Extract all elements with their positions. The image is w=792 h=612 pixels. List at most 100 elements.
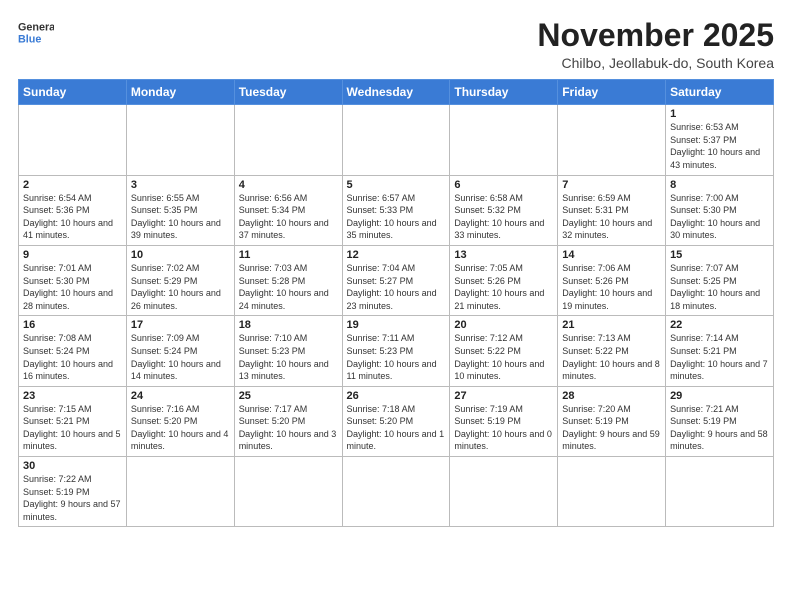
weekday-wednesday: Wednesday bbox=[342, 80, 450, 105]
day-info-29: Sunrise: 7:21 AM Sunset: 5:19 PM Dayligh… bbox=[670, 403, 769, 453]
title-block: November 2025 Chilbo, Jeollabuk-do, Sout… bbox=[537, 18, 774, 71]
header: General Blue November 2025 Chilbo, Jeoll… bbox=[18, 18, 774, 71]
weekday-tuesday: Tuesday bbox=[234, 80, 342, 105]
week-row-1: 1Sunrise: 6:53 AM Sunset: 5:37 PM Daylig… bbox=[19, 105, 774, 175]
day-number-19: 19 bbox=[347, 319, 446, 331]
day-info-16: Sunrise: 7:08 AM Sunset: 5:24 PM Dayligh… bbox=[23, 332, 122, 382]
empty-cell bbox=[342, 105, 450, 175]
day-info-30: Sunrise: 7:22 AM Sunset: 5:19 PM Dayligh… bbox=[23, 473, 122, 523]
day-info-14: Sunrise: 7:06 AM Sunset: 5:26 PM Dayligh… bbox=[562, 262, 661, 312]
day-number-16: 16 bbox=[23, 319, 122, 331]
day-cell-26: 26Sunrise: 7:18 AM Sunset: 5:20 PM Dayli… bbox=[342, 386, 450, 456]
day-number-2: 2 bbox=[23, 179, 122, 191]
day-info-24: Sunrise: 7:16 AM Sunset: 5:20 PM Dayligh… bbox=[131, 403, 230, 453]
day-cell-24: 24Sunrise: 7:16 AM Sunset: 5:20 PM Dayli… bbox=[126, 386, 234, 456]
day-info-9: Sunrise: 7:01 AM Sunset: 5:30 PM Dayligh… bbox=[23, 262, 122, 312]
day-cell-25: 25Sunrise: 7:17 AM Sunset: 5:20 PM Dayli… bbox=[234, 386, 342, 456]
day-info-20: Sunrise: 7:12 AM Sunset: 5:22 PM Dayligh… bbox=[454, 332, 553, 382]
day-number-18: 18 bbox=[239, 319, 338, 331]
day-info-12: Sunrise: 7:04 AM Sunset: 5:27 PM Dayligh… bbox=[347, 262, 446, 312]
day-info-15: Sunrise: 7:07 AM Sunset: 5:25 PM Dayligh… bbox=[670, 262, 769, 312]
day-number-22: 22 bbox=[670, 319, 769, 331]
day-cell-17: 17Sunrise: 7:09 AM Sunset: 5:24 PM Dayli… bbox=[126, 316, 234, 386]
empty-cell bbox=[126, 105, 234, 175]
weekday-saturday: Saturday bbox=[666, 80, 774, 105]
day-cell-11: 11Sunrise: 7:03 AM Sunset: 5:28 PM Dayli… bbox=[234, 245, 342, 315]
day-number-4: 4 bbox=[239, 179, 338, 191]
day-number-11: 11 bbox=[239, 249, 338, 261]
day-number-15: 15 bbox=[670, 249, 769, 261]
weekday-header-row: SundayMondayTuesdayWednesdayThursdayFrid… bbox=[19, 80, 774, 105]
empty-cell bbox=[666, 457, 774, 527]
month-title: November 2025 bbox=[537, 18, 774, 53]
week-row-3: 9Sunrise: 7:01 AM Sunset: 5:30 PM Daylig… bbox=[19, 245, 774, 315]
day-cell-19: 19Sunrise: 7:11 AM Sunset: 5:23 PM Dayli… bbox=[342, 316, 450, 386]
day-info-7: Sunrise: 6:59 AM Sunset: 5:31 PM Dayligh… bbox=[562, 192, 661, 242]
day-info-3: Sunrise: 6:55 AM Sunset: 5:35 PM Dayligh… bbox=[131, 192, 230, 242]
day-cell-5: 5Sunrise: 6:57 AM Sunset: 5:33 PM Daylig… bbox=[342, 175, 450, 245]
day-cell-7: 7Sunrise: 6:59 AM Sunset: 5:31 PM Daylig… bbox=[558, 175, 666, 245]
empty-cell bbox=[126, 457, 234, 527]
day-info-28: Sunrise: 7:20 AM Sunset: 5:19 PM Dayligh… bbox=[562, 403, 661, 453]
day-cell-14: 14Sunrise: 7:06 AM Sunset: 5:26 PM Dayli… bbox=[558, 245, 666, 315]
day-info-25: Sunrise: 7:17 AM Sunset: 5:20 PM Dayligh… bbox=[239, 403, 338, 453]
day-cell-21: 21Sunrise: 7:13 AM Sunset: 5:22 PM Dayli… bbox=[558, 316, 666, 386]
week-row-6: 30Sunrise: 7:22 AM Sunset: 5:19 PM Dayli… bbox=[19, 457, 774, 527]
day-number-5: 5 bbox=[347, 179, 446, 191]
day-number-3: 3 bbox=[131, 179, 230, 191]
day-cell-23: 23Sunrise: 7:15 AM Sunset: 5:21 PM Dayli… bbox=[19, 386, 127, 456]
day-info-13: Sunrise: 7:05 AM Sunset: 5:26 PM Dayligh… bbox=[454, 262, 553, 312]
empty-cell bbox=[19, 105, 127, 175]
day-number-6: 6 bbox=[454, 179, 553, 191]
day-cell-27: 27Sunrise: 7:19 AM Sunset: 5:19 PM Dayli… bbox=[450, 386, 558, 456]
empty-cell bbox=[558, 457, 666, 527]
day-cell-13: 13Sunrise: 7:05 AM Sunset: 5:26 PM Dayli… bbox=[450, 245, 558, 315]
weekday-sunday: Sunday bbox=[19, 80, 127, 105]
day-number-29: 29 bbox=[670, 390, 769, 402]
day-info-22: Sunrise: 7:14 AM Sunset: 5:21 PM Dayligh… bbox=[670, 332, 769, 382]
day-cell-20: 20Sunrise: 7:12 AM Sunset: 5:22 PM Dayli… bbox=[450, 316, 558, 386]
day-info-8: Sunrise: 7:00 AM Sunset: 5:30 PM Dayligh… bbox=[670, 192, 769, 242]
day-info-6: Sunrise: 6:58 AM Sunset: 5:32 PM Dayligh… bbox=[454, 192, 553, 242]
weekday-monday: Monday bbox=[126, 80, 234, 105]
day-info-23: Sunrise: 7:15 AM Sunset: 5:21 PM Dayligh… bbox=[23, 403, 122, 453]
day-number-12: 12 bbox=[347, 249, 446, 261]
day-cell-18: 18Sunrise: 7:10 AM Sunset: 5:23 PM Dayli… bbox=[234, 316, 342, 386]
day-cell-12: 12Sunrise: 7:04 AM Sunset: 5:27 PM Dayli… bbox=[342, 245, 450, 315]
day-number-1: 1 bbox=[670, 108, 769, 120]
day-cell-10: 10Sunrise: 7:02 AM Sunset: 5:29 PM Dayli… bbox=[126, 245, 234, 315]
day-number-30: 30 bbox=[23, 460, 122, 472]
day-info-10: Sunrise: 7:02 AM Sunset: 5:29 PM Dayligh… bbox=[131, 262, 230, 312]
empty-cell bbox=[450, 457, 558, 527]
day-cell-22: 22Sunrise: 7:14 AM Sunset: 5:21 PM Dayli… bbox=[666, 316, 774, 386]
day-info-19: Sunrise: 7:11 AM Sunset: 5:23 PM Dayligh… bbox=[347, 332, 446, 382]
weekday-friday: Friday bbox=[558, 80, 666, 105]
logo-icon: General Blue bbox=[18, 18, 54, 54]
day-cell-4: 4Sunrise: 6:56 AM Sunset: 5:34 PM Daylig… bbox=[234, 175, 342, 245]
day-number-24: 24 bbox=[131, 390, 230, 402]
weekday-thursday: Thursday bbox=[450, 80, 558, 105]
day-number-25: 25 bbox=[239, 390, 338, 402]
week-row-5: 23Sunrise: 7:15 AM Sunset: 5:21 PM Dayli… bbox=[19, 386, 774, 456]
day-info-18: Sunrise: 7:10 AM Sunset: 5:23 PM Dayligh… bbox=[239, 332, 338, 382]
day-number-26: 26 bbox=[347, 390, 446, 402]
day-number-10: 10 bbox=[131, 249, 230, 261]
day-info-11: Sunrise: 7:03 AM Sunset: 5:28 PM Dayligh… bbox=[239, 262, 338, 312]
day-info-1: Sunrise: 6:53 AM Sunset: 5:37 PM Dayligh… bbox=[670, 121, 769, 171]
week-row-2: 2Sunrise: 6:54 AM Sunset: 5:36 PM Daylig… bbox=[19, 175, 774, 245]
day-number-14: 14 bbox=[562, 249, 661, 261]
day-cell-6: 6Sunrise: 6:58 AM Sunset: 5:32 PM Daylig… bbox=[450, 175, 558, 245]
day-number-17: 17 bbox=[131, 319, 230, 331]
day-info-2: Sunrise: 6:54 AM Sunset: 5:36 PM Dayligh… bbox=[23, 192, 122, 242]
day-number-23: 23 bbox=[23, 390, 122, 402]
day-info-27: Sunrise: 7:19 AM Sunset: 5:19 PM Dayligh… bbox=[454, 403, 553, 453]
day-cell-16: 16Sunrise: 7:08 AM Sunset: 5:24 PM Dayli… bbox=[19, 316, 127, 386]
day-cell-29: 29Sunrise: 7:21 AM Sunset: 5:19 PM Dayli… bbox=[666, 386, 774, 456]
svg-text:Blue: Blue bbox=[18, 33, 41, 45]
day-number-13: 13 bbox=[454, 249, 553, 261]
day-number-27: 27 bbox=[454, 390, 553, 402]
day-info-21: Sunrise: 7:13 AM Sunset: 5:22 PM Dayligh… bbox=[562, 332, 661, 382]
day-number-7: 7 bbox=[562, 179, 661, 191]
day-cell-1: 1Sunrise: 6:53 AM Sunset: 5:37 PM Daylig… bbox=[666, 105, 774, 175]
day-cell-15: 15Sunrise: 7:07 AM Sunset: 5:25 PM Dayli… bbox=[666, 245, 774, 315]
